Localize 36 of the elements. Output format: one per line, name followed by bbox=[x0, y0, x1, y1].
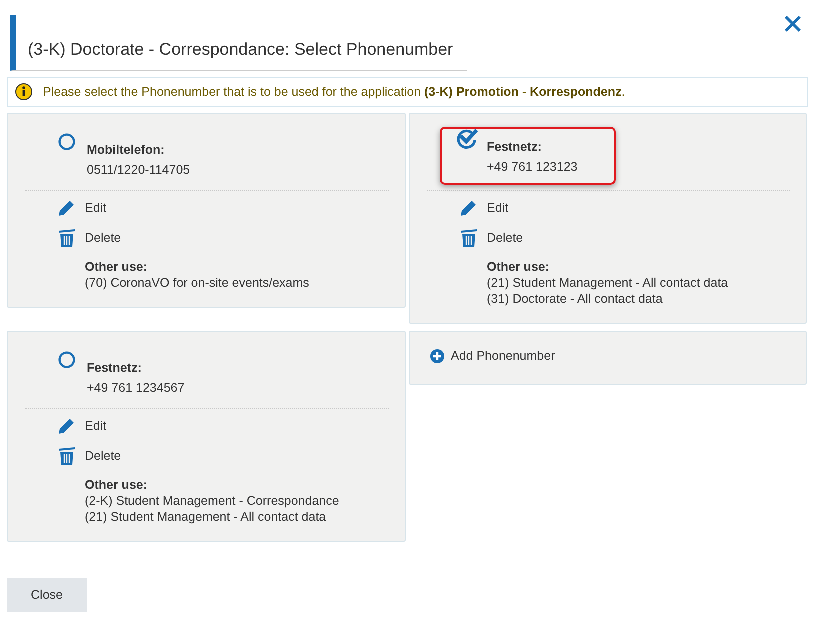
checked-circle-icon[interactable] bbox=[456, 128, 478, 150]
add-phonenumber-link[interactable]: Add Phonenumber bbox=[430, 348, 556, 364]
radio-circle-icon[interactable] bbox=[58, 351, 78, 371]
pencil-icon[interactable] bbox=[460, 199, 478, 217]
plus-circle-icon bbox=[430, 348, 445, 364]
close-button[interactable]: Close bbox=[7, 578, 87, 612]
edit-link[interactable]: Edit bbox=[85, 200, 107, 216]
phone-type: Mobiltelefon: bbox=[87, 142, 166, 158]
dialog-title: (3-K) Doctorate - Correspondance: Select Phonenumber bbox=[28, 40, 454, 60]
phone-type: Festnetz: bbox=[87, 360, 143, 376]
pencil-icon[interactable] bbox=[58, 417, 76, 435]
trash-icon[interactable] bbox=[460, 228, 478, 248]
trash-icon[interactable] bbox=[58, 446, 76, 466]
other-use-label: Other use: bbox=[85, 477, 149, 493]
radio-circle-icon[interactable] bbox=[58, 133, 78, 153]
other-use-label: Other use: bbox=[85, 259, 149, 275]
other-use-item: (70) CoronaVO for on-site events/exams bbox=[85, 275, 310, 291]
delete-link[interactable]: Delete bbox=[85, 230, 122, 246]
delete-link[interactable]: Delete bbox=[85, 448, 122, 464]
phone-number: +49 761 123123 bbox=[487, 159, 578, 175]
phone-number: 0511/1220-114705 bbox=[87, 162, 190, 178]
edit-link[interactable]: Edit bbox=[85, 418, 107, 434]
pencil-icon[interactable] bbox=[58, 199, 76, 217]
phone-type: Festnetz: bbox=[487, 139, 543, 155]
trash-icon[interactable] bbox=[58, 228, 76, 248]
phone-number: +49 761 1234567 bbox=[87, 380, 185, 396]
other-use-label: Other use: bbox=[487, 259, 551, 275]
delete-link[interactable]: Delete bbox=[487, 230, 524, 246]
other-use-item: (21) Student Management - All contact data bbox=[85, 509, 328, 525]
edit-link[interactable]: Edit bbox=[487, 200, 509, 216]
info-message: Please select the Phonenumber that is to be used for the application (3-K) Promotion - Korrespondenz. bbox=[43, 85, 626, 99]
other-use-item: (31) Doctorate - All contact data bbox=[487, 291, 664, 307]
info-icon bbox=[15, 83, 33, 101]
other-use-item: (21) Student Management - All contact data bbox=[487, 275, 730, 291]
other-use-item: (2-K) Student Management - Correspondance bbox=[85, 493, 340, 509]
close-icon[interactable] bbox=[784, 15, 802, 33]
